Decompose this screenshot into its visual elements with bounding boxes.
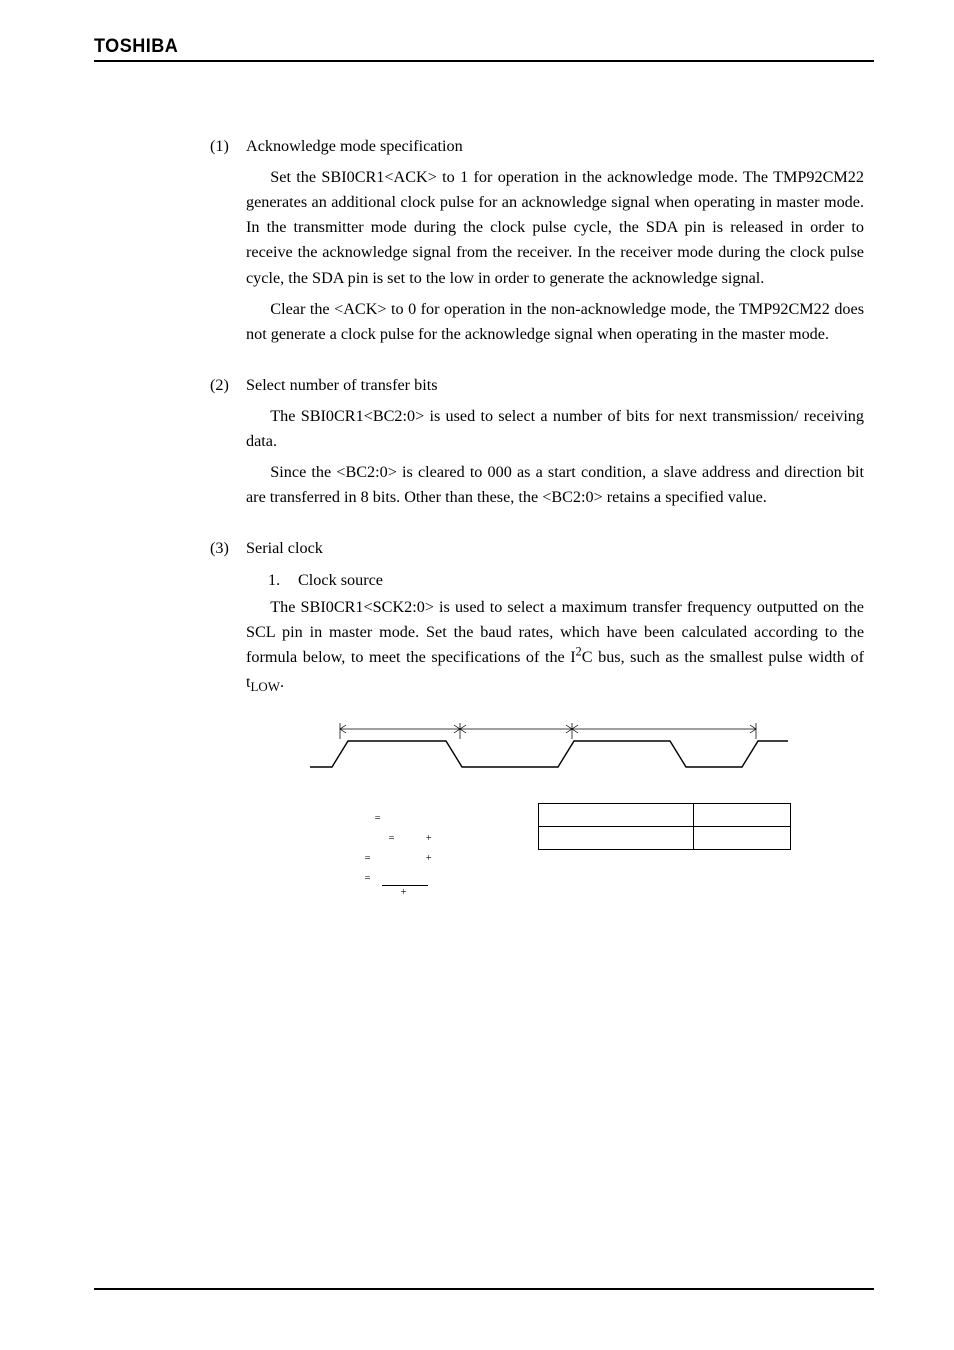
table-h2 [694,804,791,827]
brand-logo: TOSHIBA [94,36,835,58]
clock-figure: = = + = + = [290,717,830,977]
eq-row-2: = + [314,829,432,849]
section-1-para-2: Clear the <ACK> to 0 for operation in th… [246,297,864,347]
section-2-para-2: Since the <BC2:0> is cleared to 000 as a… [246,460,864,510]
equation-block: = = + = + = [314,809,432,903]
sck-table [538,803,791,850]
section-2-para-1: The SBI0CR1<BC2:0> is used to select a n… [246,404,864,454]
section-1-title: Acknowledge mode specification [246,134,864,159]
section-2-title: Select number of transfer bits [246,373,864,398]
waveform-svg [290,717,800,787]
eq-row-1: = [314,809,432,829]
table-body-left [539,827,694,850]
eq-row-4: = [314,869,432,891]
section-1-para-1: Set the SBI0CR1<ACK> to 1 for operation … [246,165,864,291]
header-rule [94,60,874,62]
section-1-num: (1) [210,134,246,159]
section-3: (3) Serial clock 1. Clock source The SBI… [210,536,864,695]
main-content: (1) Acknowledge mode specification Set t… [210,134,864,977]
eq-row-3: = + [314,849,432,869]
section-3-para-1: The SBI0CR1<SCK2:0> is used to select a … [246,595,864,695]
table-body-right [694,827,791,850]
section-3-title: Serial clock [246,536,864,561]
section-2: (2) Select number of transfer bits The S… [210,373,864,511]
section-1: (1) Acknowledge mode specification Set t… [210,134,864,347]
section-2-num: (2) [210,373,246,398]
table-h1 [539,804,694,827]
section-3-para-1c: . [280,673,284,691]
section-3-sub-title: Clock source [298,568,383,593]
section-3-num: (3) [210,536,246,561]
subscript-low: LOW [251,679,281,694]
section-3-sub-num: 1. [268,568,298,593]
footer-rule [94,1288,874,1290]
waveform [290,717,800,787]
